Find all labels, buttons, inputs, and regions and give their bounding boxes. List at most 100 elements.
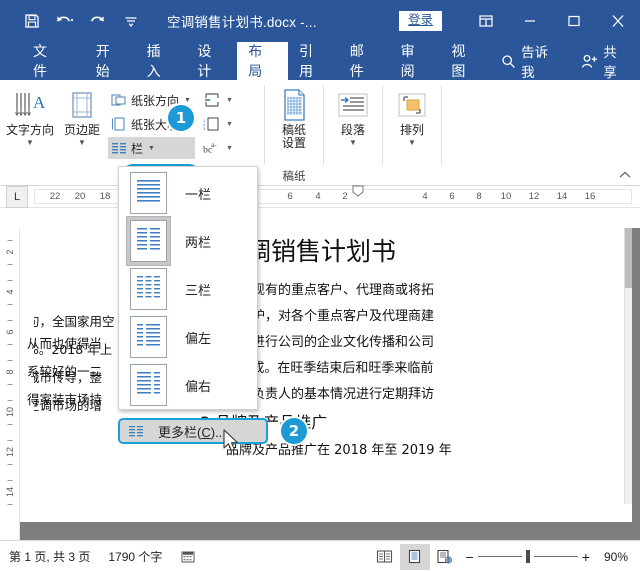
grid-paper-settings-button[interactable]: 稿纸 设置 xyxy=(269,85,319,150)
doc-line: 从而也使得当 xyxy=(27,330,102,358)
read-mode-icon[interactable] xyxy=(370,544,400,570)
zoom-out-button[interactable]: − xyxy=(466,549,474,565)
tab-design[interactable]: 设计 xyxy=(186,42,237,80)
maximize-button[interactable] xyxy=(552,0,596,42)
tab-insert[interactable]: 插入 xyxy=(136,42,187,80)
chevron-down-icon[interactable]: ▼ xyxy=(78,139,86,147)
one-column-icon xyxy=(130,172,167,214)
print-layout-icon[interactable] xyxy=(400,544,430,570)
menu-item-left-column[interactable]: 偏左 xyxy=(119,313,257,361)
scrollbar-thumb[interactable] xyxy=(625,228,632,288)
chevron-down-icon[interactable]: ▼ xyxy=(408,139,416,147)
columns-dropdown-menu[interactable]: 一栏 两栏 三栏 偏左 偏右 xyxy=(118,166,258,410)
horizontal-ruler[interactable]: L 22 20 18 6 4 2 4 6 8 10 12 14 16 xyxy=(0,186,640,208)
search-icon xyxy=(501,54,516,69)
menu-item-three-columns[interactable]: 三栏 xyxy=(119,265,257,313)
ruler-number: 16 xyxy=(585,191,596,202)
grid-paper-label-line2: 设置 xyxy=(282,137,306,150)
line-numbers-button[interactable]: 123 ▼ xyxy=(201,113,237,135)
group-divider xyxy=(441,85,442,165)
document-page[interactable]: 句，全国家用空 %。2018 年上 城市传导，整 空调市场的增 年空调销售计划书… xyxy=(20,228,632,522)
group-label-grid-paper: 稿纸 xyxy=(265,168,323,185)
doc-paragraph: 及代理商负责人的基本情况进行定期拜访 xyxy=(200,382,626,408)
breaks-button[interactable]: ▼ xyxy=(201,89,237,111)
close-button[interactable] xyxy=(596,0,640,42)
vertical-ruler[interactable]: 2 4 6 8 10 12 14 xyxy=(0,228,20,540)
save-icon[interactable] xyxy=(22,11,42,31)
ribbon-display-options-icon[interactable] xyxy=(464,0,508,42)
spell-check-icon[interactable] xyxy=(171,549,206,565)
tab-references[interactable]: 引用 xyxy=(288,42,339,80)
columns-button[interactable]: 栏 ▼ xyxy=(108,137,195,159)
tab-mailings[interactable]: 邮件 xyxy=(339,42,390,80)
document-scrollbar[interactable] xyxy=(624,228,632,504)
status-bar: 第 1 页, 共 3 页 1790 个字 − + 90% xyxy=(0,540,640,572)
paragraph-button[interactable]: 段落 ▼ xyxy=(328,85,378,147)
svg-text:3: 3 xyxy=(203,126,206,131)
document-title: 空调销售计划书.docx -... xyxy=(167,11,317,31)
customize-qat-icon[interactable] xyxy=(121,11,141,31)
word-count[interactable]: 1790 个字 xyxy=(99,548,171,565)
chevron-down-icon[interactable]: ▼ xyxy=(226,97,233,104)
chevron-down-icon[interactable]: ▼ xyxy=(184,97,191,104)
tab-home[interactable]: 开始 xyxy=(85,42,136,80)
share-button[interactable]: 共享 xyxy=(571,42,640,80)
sign-in-button[interactable]: 登录 xyxy=(399,11,442,31)
arrange-label: 排列 xyxy=(400,124,424,137)
menu-item-one-column[interactable]: 一栏 xyxy=(119,169,257,217)
zoom-control[interactable]: − + 90% xyxy=(460,549,640,565)
two-column-thumb-wrap xyxy=(126,216,171,266)
tab-spacer xyxy=(73,42,85,80)
tab-file[interactable]: 文件 xyxy=(22,42,73,80)
text-direction-button[interactable]: A 文字方向 ▼ xyxy=(4,85,56,147)
right-column-icon xyxy=(130,364,167,406)
collapse-ribbon-icon[interactable] xyxy=(618,170,632,183)
vruler-number: 6 xyxy=(5,329,15,334)
doc-paragraph: 及关系维护，对各个重点客户及代理商建 xyxy=(200,304,626,330)
menu-item-label: 偏左 xyxy=(185,328,211,347)
zoom-track-right[interactable] xyxy=(534,556,578,557)
page-info[interactable]: 第 1 页, 共 3 页 xyxy=(0,548,99,565)
ruler-number: 20 xyxy=(75,191,86,202)
menu-item-label: 一栏 xyxy=(185,184,211,203)
hyphenation-button[interactable]: bca- ▼ xyxy=(201,137,237,159)
tab-layout[interactable]: 布局 xyxy=(237,42,288,80)
menu-item-two-columns[interactable]: 两栏 xyxy=(119,217,257,265)
ruler-number: 18 xyxy=(100,191,111,202)
zoom-slider-handle[interactable] xyxy=(526,550,530,563)
tell-me-box[interactable]: 告诉我 xyxy=(491,42,571,80)
svg-text:A: A xyxy=(33,93,46,112)
paper-size-icon xyxy=(110,115,128,133)
chevron-down-icon[interactable]: ▼ xyxy=(226,121,233,128)
first-line-indent-marker[interactable] xyxy=(351,185,365,210)
margins-button[interactable]: 页边距 ▼ xyxy=(56,85,108,147)
chevron-down-icon[interactable]: ▼ xyxy=(226,145,233,152)
vruler-number: 10 xyxy=(5,407,15,417)
ruler-number: 4 xyxy=(422,191,427,202)
ruler-number: 6 xyxy=(449,191,454,202)
web-layout-icon[interactable] xyxy=(430,544,460,570)
hyphenation-icon: bca- xyxy=(203,139,221,157)
tell-me-label: 告诉我 xyxy=(521,41,561,81)
menu-item-label: 三栏 xyxy=(185,280,211,299)
undo-icon[interactable] xyxy=(55,11,75,31)
page-setup-small-buttons-2: ▼ 123 ▼ bca- ▼ xyxy=(201,85,237,159)
menu-item-more-columns[interactable]: 更多栏(C)... xyxy=(118,418,268,444)
callout-badge-2: 2 xyxy=(281,418,307,444)
minimize-button[interactable] xyxy=(508,0,552,42)
chevron-down-icon[interactable]: ▼ xyxy=(26,139,34,147)
chevron-down-icon[interactable]: ▼ xyxy=(349,139,357,147)
chevron-down-icon[interactable]: ▼ xyxy=(148,145,155,152)
tab-view[interactable]: 视图 xyxy=(440,42,491,80)
arrange-button[interactable]: 排列 ▼ xyxy=(387,85,437,147)
zoom-track-left[interactable] xyxy=(478,556,522,557)
redo-icon[interactable] xyxy=(88,11,108,31)
tab-stop-selector[interactable]: L xyxy=(6,186,28,208)
margins-label: 页边距 xyxy=(64,124,100,137)
zoom-level[interactable]: 90% xyxy=(594,550,628,564)
menu-item-right-column[interactable]: 偏右 xyxy=(119,361,257,409)
left-column-icon xyxy=(130,316,167,358)
zoom-in-button[interactable]: + xyxy=(582,549,590,565)
tab-review[interactable]: 审阅 xyxy=(390,42,441,80)
ruler-number: 8 xyxy=(476,191,481,202)
